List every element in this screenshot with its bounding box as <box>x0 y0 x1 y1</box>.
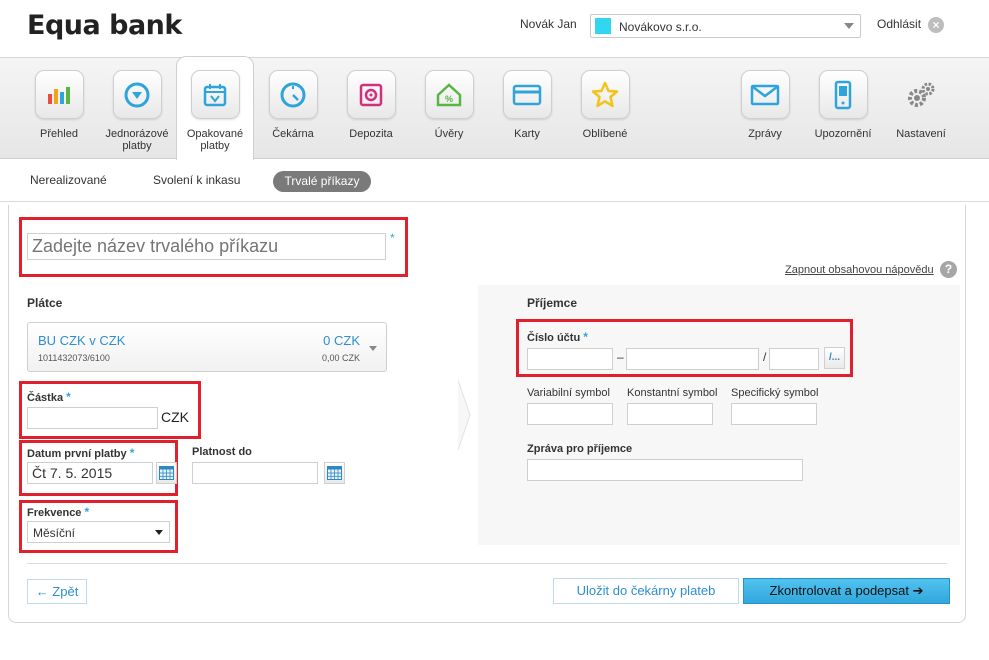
first-date-input[interactable] <box>27 462 153 484</box>
account-prefix-input[interactable] <box>527 348 613 370</box>
company-color-swatch <box>595 18 611 34</box>
gears-icon <box>897 70 946 119</box>
nav-item-cekarna[interactable]: Čekárna <box>254 58 332 140</box>
specific-symbol-input[interactable] <box>731 403 817 425</box>
payer-available: 0,00 CZK <box>321 353 360 363</box>
frequency-select[interactable]: Měsíční <box>27 521 170 543</box>
back-button[interactable]: ← Zpět <box>27 579 87 604</box>
payer-section-title: Plátce <box>27 296 63 310</box>
account-number-input[interactable] <box>626 348 759 370</box>
nav-label: Nastavení <box>896 128 946 140</box>
frequency-label: Frekvence * <box>27 505 90 519</box>
nav-label: Přehled <box>40 128 78 140</box>
required-mark: * <box>390 231 395 245</box>
subtab-nerealizovane[interactable]: Nerealizované <box>30 173 107 187</box>
nav-label: Oblíbené <box>582 128 628 140</box>
chevron-down-icon <box>155 530 163 535</box>
nav-item-depozita[interactable]: Depozita <box>332 58 410 140</box>
card-icon <box>502 70 552 119</box>
subtab-svoleni-k-inkasu[interactable]: Svolení k inkasu <box>153 173 240 187</box>
nav-label: Úvěry <box>434 128 464 140</box>
bank-code-lookup-button[interactable]: /... <box>824 347 845 369</box>
calendar-icon[interactable] <box>324 462 345 484</box>
chart-icon <box>34 70 84 119</box>
amount-currency: CZK <box>161 409 189 425</box>
svg-text:%: % <box>445 94 453 104</box>
variable-symbol-label: Variabilní symbol <box>527 387 610 399</box>
nav-label: Jednorázové platby <box>105 128 169 152</box>
bank-code-input[interactable] <box>769 348 819 370</box>
safe-icon <box>346 70 396 119</box>
payer-account-select[interactable]: BU CZK v CZK 1011432073/6100 0 CZK 0,00 … <box>27 322 387 372</box>
gauge-icon <box>268 70 318 119</box>
subtab-trvale-prikazy[interactable]: Trvalé příkazy <box>273 171 371 192</box>
chevron-down-icon <box>844 23 854 29</box>
house-percent-icon: % <box>424 70 474 119</box>
specific-symbol-label: Specifický symbol <box>731 387 819 399</box>
account-number-label: Číslo účtu * <box>527 330 588 344</box>
payer-account-name: BU CZK v CZK <box>38 333 126 348</box>
payee-section-title: Příjemce <box>527 296 578 310</box>
constant-symbol-label: Konstantní symbol <box>627 387 718 399</box>
nav-label: Čekárna <box>272 128 314 140</box>
help-icon[interactable]: ? <box>940 261 957 278</box>
nav-item-prehled[interactable]: Přehled <box>20 58 98 140</box>
envelope-icon <box>740 70 790 119</box>
nav-item-nastaveni[interactable]: Nastavení <box>882 58 960 140</box>
nav-label: Zprávy <box>748 128 782 140</box>
nav-label: Upozornění <box>814 128 872 140</box>
user-name: Novák Jan <box>520 17 577 31</box>
chevron-down-icon <box>369 346 377 351</box>
amount-input[interactable] <box>27 407 158 429</box>
close-icon[interactable]: × <box>928 17 944 33</box>
account-slash: / <box>763 350 767 364</box>
nav-label: Opakované platby <box>186 128 244 152</box>
account-dash: – <box>617 350 624 364</box>
nav-item-opakovane-platby[interactable]: Opakované platby <box>176 56 254 160</box>
constant-symbol-input[interactable] <box>627 403 713 425</box>
payer-account-number: 1011432073/6100 <box>38 353 110 363</box>
calendar-icon <box>190 70 240 119</box>
help-toggle-link[interactable]: Zapnout obsahovou nápovědu <box>785 264 934 276</box>
valid-until-label: Platnost do <box>192 446 252 458</box>
star-icon <box>580 70 630 119</box>
chevron-divider <box>458 285 478 545</box>
frequency-select-value: Měsíční <box>33 526 76 540</box>
nav-item-uvery[interactable]: % Úvěry <box>410 58 488 140</box>
variable-symbol-input[interactable] <box>527 403 613 425</box>
check-and-sign-button[interactable]: Zkontrolovat a podepsat ➔ <box>743 578 950 604</box>
calendar-icon[interactable] <box>156 462 177 484</box>
save-to-waiting-room-button[interactable]: Uložit do čekárny plateb <box>553 578 739 604</box>
nav-item-jednorazove-platby[interactable]: Jednorázové platby <box>98 58 176 152</box>
divider <box>0 201 989 202</box>
valid-until-input[interactable] <box>192 462 318 484</box>
divider <box>27 563 947 564</box>
message-input[interactable] <box>527 459 803 481</box>
amount-label: Částka * <box>27 390 71 404</box>
nav-item-upozorneni[interactable]: Upozornění <box>804 58 882 140</box>
nav-item-zpravy[interactable]: Zprávy <box>726 58 804 140</box>
phone-icon <box>818 70 868 119</box>
main-navigation: Přehled Jednorázové platby Opakované pla… <box>0 56 989 160</box>
nav-label: Depozita <box>349 128 393 140</box>
company-select[interactable]: Novákovo s.r.o. <box>590 14 861 38</box>
first-date-label: Datum první platby * <box>27 446 135 460</box>
equa-bank-logo: Equa bank <box>27 10 182 41</box>
nav-item-karty[interactable]: Karty <box>488 58 566 140</box>
payer-balance: 0 CZK <box>323 333 360 348</box>
logout-link[interactable]: Odhlásit <box>877 17 921 31</box>
nav-label: Karty <box>514 128 540 140</box>
download-circle-icon <box>112 70 162 119</box>
company-select-value: Novákovo s.r.o. <box>619 20 702 34</box>
standing-order-name-input[interactable] <box>27 233 386 260</box>
message-label: Zpráva pro příjemce <box>527 443 633 455</box>
nav-item-oblibene[interactable]: Oblíbené <box>566 58 644 140</box>
